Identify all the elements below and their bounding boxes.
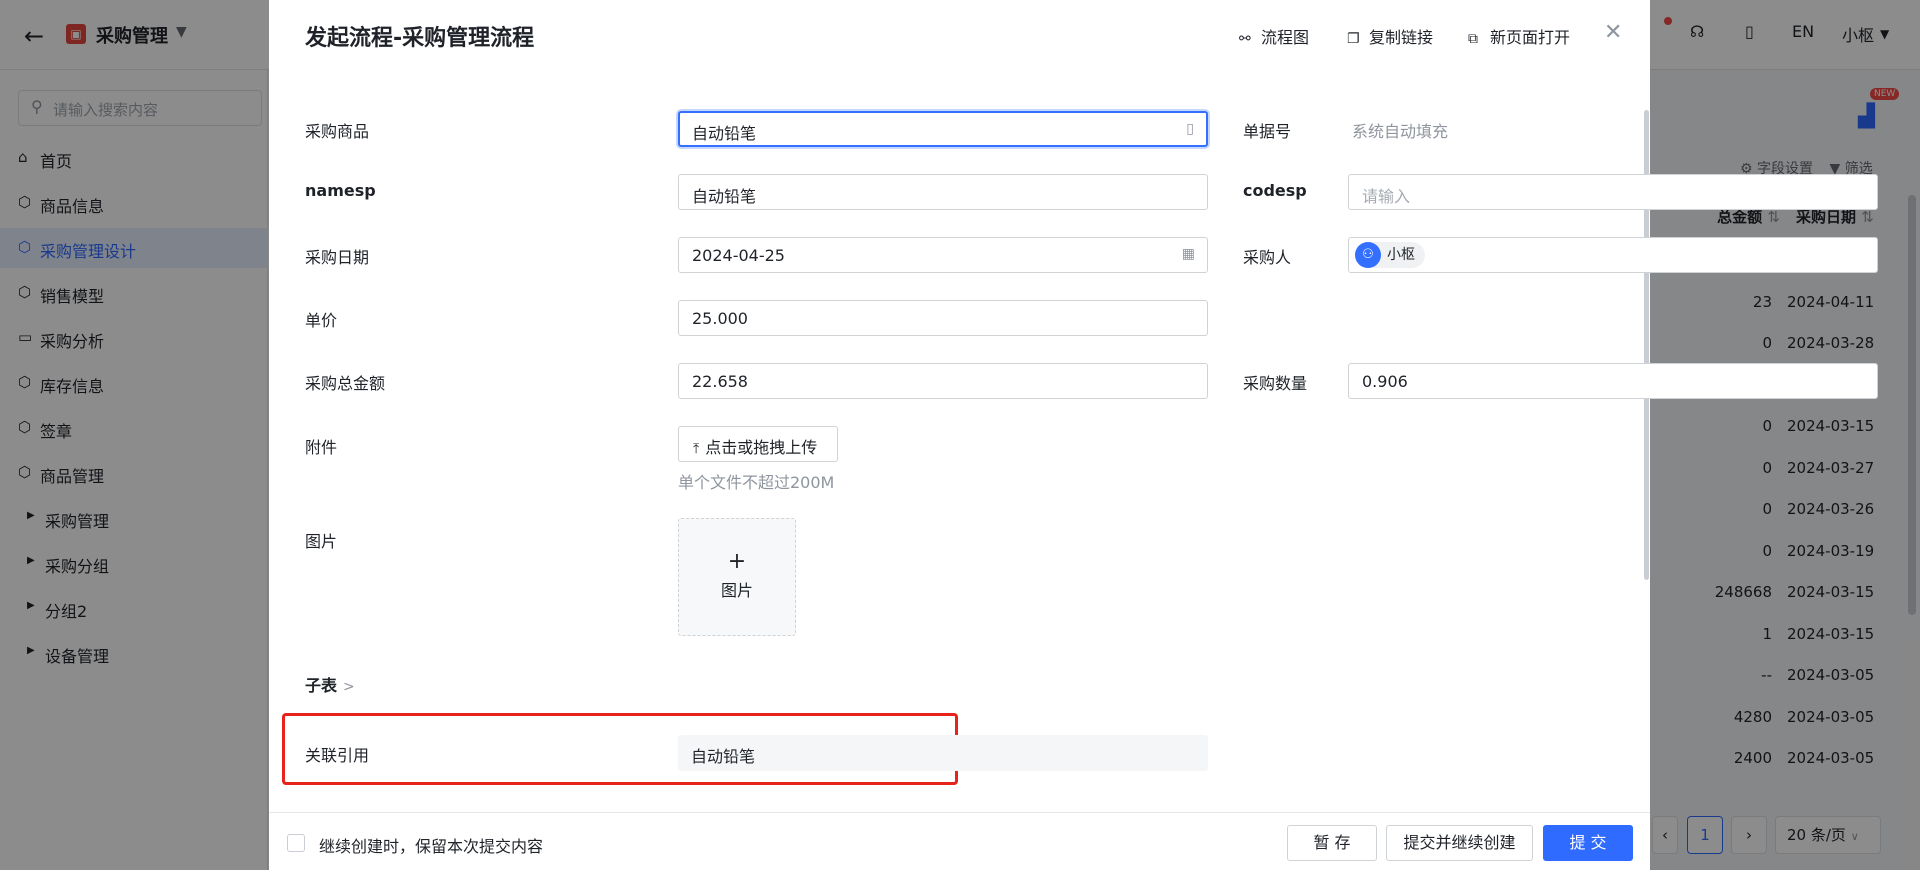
dialog-footer: 继续创建时，保留本次提交内容 暂 存 提交并继续创建 提 交 — [269, 812, 1650, 870]
submit-continue-button[interactable]: 提交并继续创建 — [1386, 825, 1533, 861]
copy-icon: ❐ — [1347, 31, 1360, 47]
upload-icon: ⤒ — [693, 441, 700, 457]
date-value: 2024-04-25 — [692, 246, 785, 265]
doc-no-value: 系统自动填充 — [1352, 122, 1449, 141]
date-picker[interactable]: 2024-04-25 ▦ — [678, 237, 1208, 273]
buyer-name: 小枢 — [1387, 247, 1415, 263]
image-label: 图片 — [305, 532, 338, 551]
qty-field[interactable]: 0.906 — [1348, 363, 1878, 399]
subtable-label: 子表 — [305, 676, 338, 695]
total-field[interactable]: 22.658 — [678, 363, 1208, 399]
calendar-icon[interactable]: ▦ — [1182, 246, 1195, 262]
date-label: 采购日期 — [305, 248, 370, 267]
codesp-field[interactable]: 请输入 — [1348, 174, 1878, 210]
related-field[interactable]: 自动铅笔 — [678, 735, 1208, 771]
namesp-label: namesp — [305, 181, 376, 200]
chevron-right-icon: > — [343, 679, 355, 695]
upload-button[interactable]: ⤒ 点击或拖拽上传 — [678, 426, 838, 462]
user-avatar-icon: ⚇ — [1355, 242, 1381, 268]
copy-link-label: 复制链接 — [1369, 28, 1434, 47]
open-new-page-button[interactable]: ⧉ 新页面打开 — [1468, 24, 1570, 48]
doc-no-label: 单据号 — [1243, 122, 1292, 141]
open-new-page-label: 新页面打开 — [1490, 28, 1571, 47]
price-field[interactable]: 25.000 — [678, 300, 1208, 336]
submit-button[interactable]: 提 交 — [1543, 825, 1633, 861]
product-label: 采购商品 — [305, 122, 370, 141]
flowchart-button[interactable]: ⚯ 流程图 — [1239, 24, 1309, 48]
buyer-field[interactable]: ⚇ 小枢 — [1348, 237, 1878, 273]
price-value: 25.000 — [692, 309, 748, 328]
subtable-toggle[interactable]: 子表 > — [305, 672, 355, 696]
qty-label: 采购数量 — [1243, 374, 1308, 393]
plus-icon: + — [727, 549, 747, 574]
related-value: 自动铅笔 — [691, 747, 756, 766]
total-value: 22.658 — [692, 372, 748, 391]
keep-content-checkbox[interactable] — [287, 834, 305, 852]
namesp-field[interactable]: 自动铅笔 — [678, 174, 1208, 210]
namesp-value: 自动铅笔 — [692, 187, 757, 206]
qty-value: 0.906 — [1362, 372, 1408, 391]
flowchart-icon: ⚯ — [1239, 31, 1251, 47]
upload-hint: 单个文件不超过200M — [678, 473, 835, 492]
flowchart-label: 流程图 — [1261, 28, 1310, 47]
image-upload-label: 图片 — [720, 581, 753, 600]
dialog-title: 发起流程-采购管理流程 — [305, 26, 535, 51]
start-process-dialog: 发起流程-采购管理流程 ⚯ 流程图 ❐ 复制链接 ⧉ 新页面打开 ✕ 采购商品 自动铅… — [269, 0, 1878, 870]
related-label: 关联引用 — [305, 746, 370, 765]
keep-content-label: 继续创建时，保留本次提交内容 — [319, 837, 544, 856]
image-upload-box[interactable]: + 图片 — [678, 518, 796, 636]
open-new-icon: ⧉ — [1468, 31, 1478, 47]
copy-link-button[interactable]: ❐ 复制链接 — [1347, 24, 1433, 48]
codesp-placeholder: 请输入 — [1362, 187, 1411, 206]
dialog-header: 发起流程-采购管理流程 ⚯ 流程图 ❐ 复制链接 ⧉ 新页面打开 ✕ — [269, 0, 1650, 68]
product-value: 自动铅笔 — [692, 124, 757, 143]
product-field[interactable]: 自动铅笔 ▯ — [678, 111, 1208, 147]
upload-button-label: 点击或拖拽上传 — [705, 438, 818, 457]
total-label: 采购总金额 — [305, 374, 386, 393]
buyer-chip[interactable]: ⚇ 小枢 — [1355, 242, 1425, 268]
document-icon[interactable]: ▯ — [1186, 121, 1194, 137]
buyer-label: 采购人 — [1243, 248, 1292, 267]
attachment-label: 附件 — [305, 438, 338, 457]
price-label: 单价 — [305, 311, 338, 330]
close-icon[interactable]: ✕ — [1604, 20, 1622, 45]
save-draft-button[interactable]: 暂 存 — [1287, 825, 1377, 861]
codesp-label: codesp — [1243, 181, 1307, 200]
